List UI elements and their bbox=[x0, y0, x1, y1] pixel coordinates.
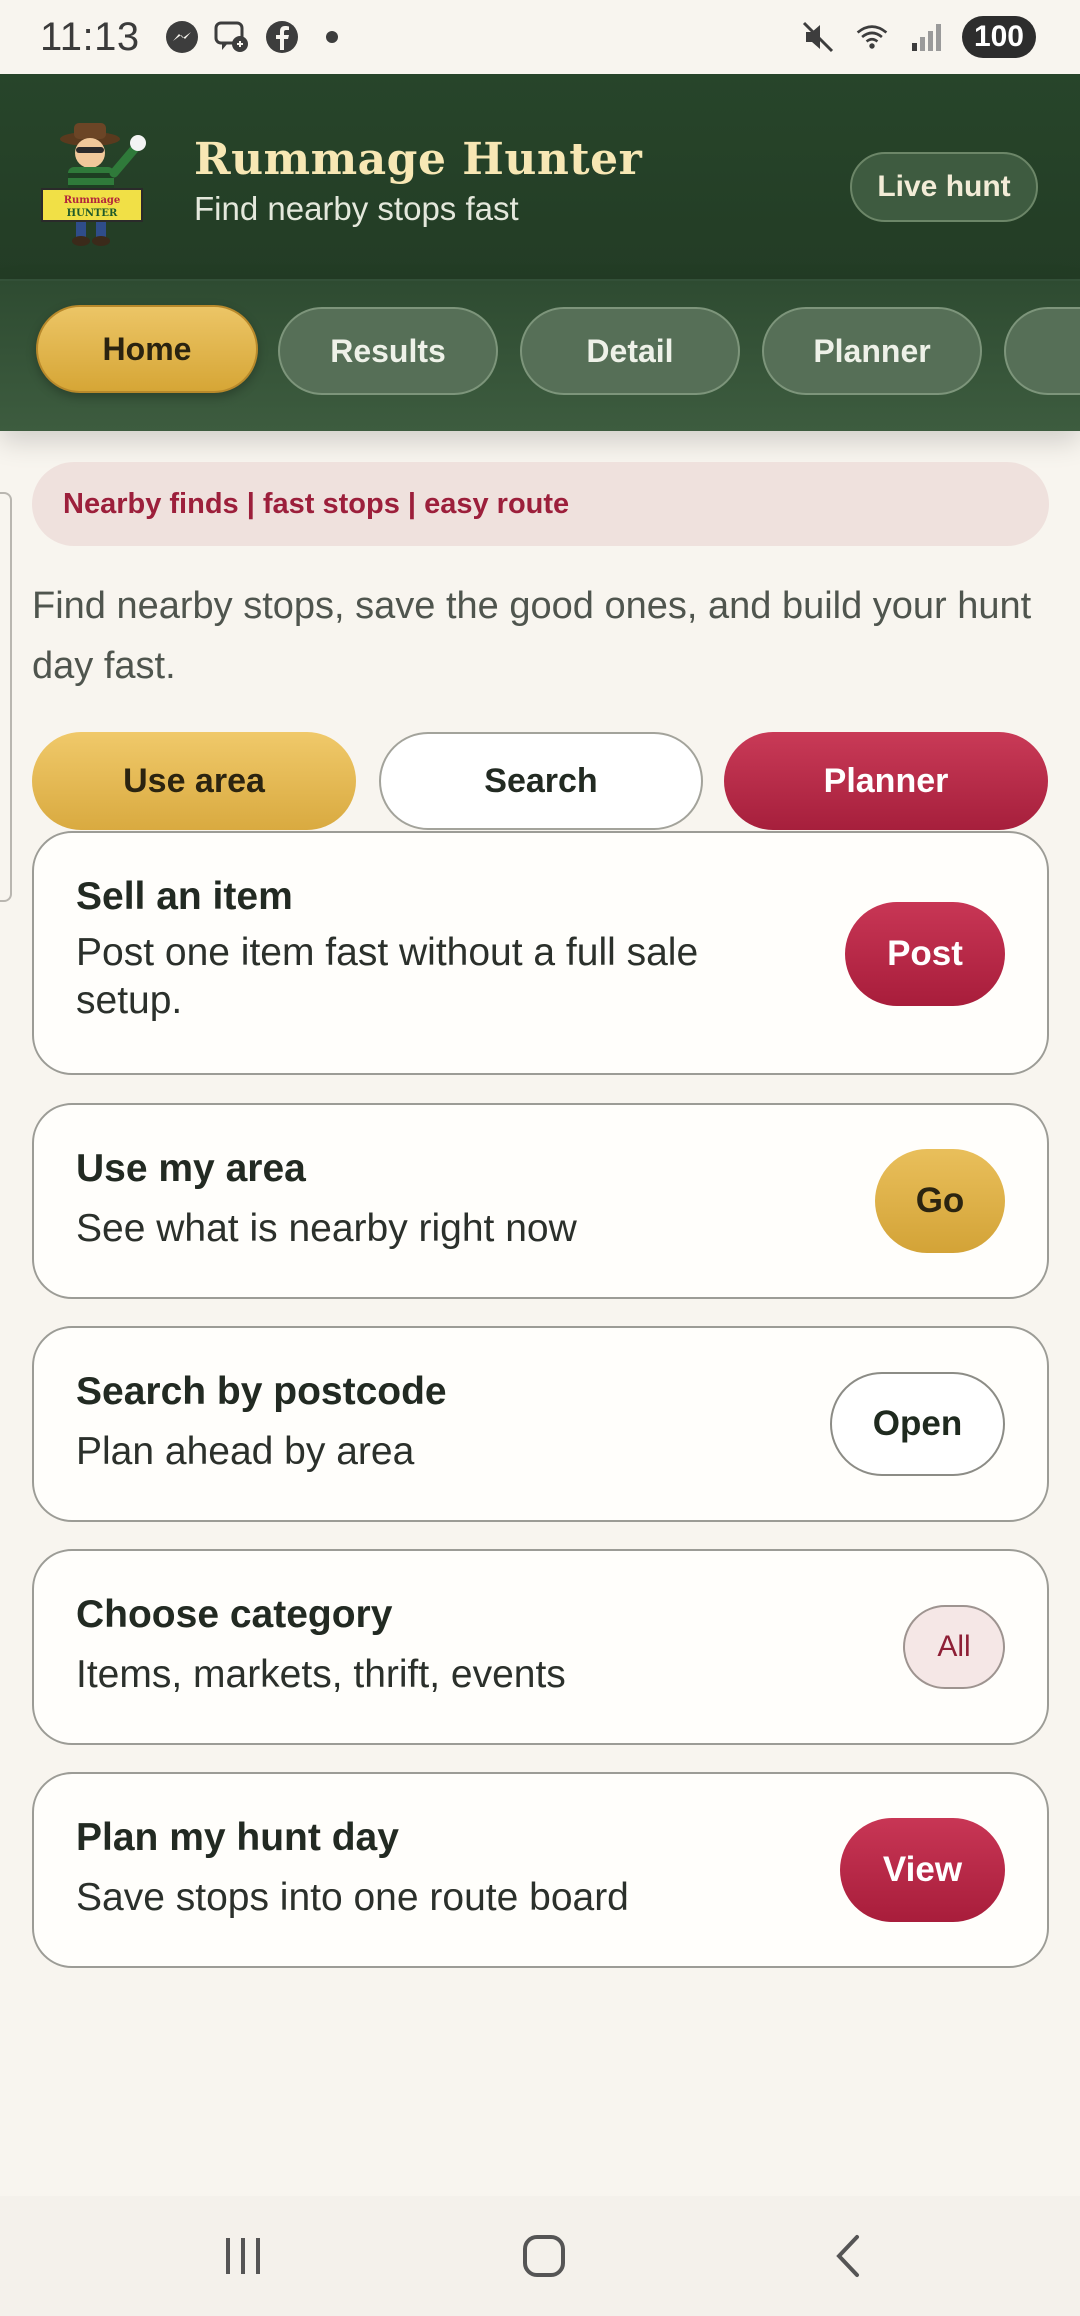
side-drawer-edge[interactable] bbox=[0, 492, 12, 902]
card-description: See what is nearby right now bbox=[76, 1207, 577, 1250]
svg-text:Rummage: Rummage bbox=[64, 195, 121, 206]
go-button[interactable]: Go bbox=[875, 1149, 1005, 1253]
card-title: Plan my hunt day bbox=[76, 1816, 399, 1859]
wifi-icon bbox=[854, 19, 890, 55]
intro-text: Find nearby stops, save the good ones, a… bbox=[32, 585, 1032, 687]
planner-button[interactable]: Planner bbox=[724, 732, 1048, 830]
open-button[interactable]: Open bbox=[830, 1372, 1005, 1476]
system-nav-bar bbox=[0, 2196, 1080, 2316]
mute-icon bbox=[800, 19, 836, 55]
back-icon[interactable] bbox=[787, 2196, 907, 2316]
card-search-postcode[interactable]: Search by postcode Plan ahead by area Op… bbox=[32, 1326, 1049, 1522]
tab-results[interactable]: Results bbox=[278, 307, 498, 395]
use-area-button[interactable]: Use area bbox=[32, 732, 356, 830]
tagline-badge: Nearby finds | fast stops | easy route bbox=[32, 462, 1049, 546]
post-button[interactable]: Post bbox=[845, 902, 1005, 1006]
messenger-icon bbox=[164, 19, 200, 55]
card-description: Plan ahead by area bbox=[76, 1430, 415, 1473]
rummage-hunter-logo: Rummage HUNTER bbox=[38, 117, 170, 249]
signal-icon bbox=[908, 19, 944, 55]
chat-bubble-icon bbox=[214, 19, 250, 55]
view-button[interactable]: View bbox=[840, 1818, 1005, 1922]
card-use-area[interactable]: Use my area See what is nearby right now… bbox=[32, 1103, 1049, 1299]
all-button[interactable]: All bbox=[903, 1605, 1005, 1689]
card-sell-item[interactable]: Sell an item Post one item fast without … bbox=[32, 831, 1049, 1075]
card-description: Save stops into one route board bbox=[76, 1876, 629, 1919]
card-plan-hunt-day[interactable]: Plan my hunt day Save stops into one rou… bbox=[32, 1772, 1049, 1968]
app-title: Rummage Hunter bbox=[194, 134, 643, 185]
status-time: 11:13 bbox=[40, 14, 140, 59]
tab-more[interactable] bbox=[1004, 307, 1080, 395]
status-bar: 11:13 100 bbox=[0, 0, 1080, 74]
recent-apps-icon[interactable] bbox=[183, 2196, 303, 2316]
tab-detail[interactable]: Detail bbox=[520, 307, 740, 395]
battery-indicator: 100 bbox=[961, 16, 1036, 58]
home-icon[interactable] bbox=[484, 2196, 604, 2316]
card-title: Search by postcode bbox=[76, 1370, 447, 1413]
tab-planner[interactable]: Planner bbox=[762, 307, 982, 395]
facebook-icon bbox=[264, 19, 300, 55]
card-title: Use my area bbox=[76, 1147, 306, 1190]
live-hunt-button[interactable]: Live hunt bbox=[850, 152, 1038, 222]
card-description: Post one item fast without a full sale s… bbox=[76, 931, 699, 1022]
card-description: Items, markets, thrift, events bbox=[76, 1653, 566, 1696]
card-title: Sell an item bbox=[76, 875, 293, 918]
tab-bar: Home Results Detail Planner bbox=[0, 281, 1080, 431]
card-title: Choose category bbox=[76, 1593, 393, 1636]
app-subtitle: Find nearby stops fast bbox=[194, 190, 519, 227]
app-header: Rummage HUNTER Rummage Hunter Find nearb… bbox=[0, 74, 1080, 281]
tab-home[interactable]: Home bbox=[36, 305, 258, 393]
dot-icon bbox=[314, 19, 350, 55]
card-choose-category[interactable]: Choose category Items, markets, thrift, … bbox=[32, 1549, 1049, 1745]
svg-text:HUNTER: HUNTER bbox=[67, 208, 118, 219]
search-button[interactable]: Search bbox=[379, 732, 703, 830]
